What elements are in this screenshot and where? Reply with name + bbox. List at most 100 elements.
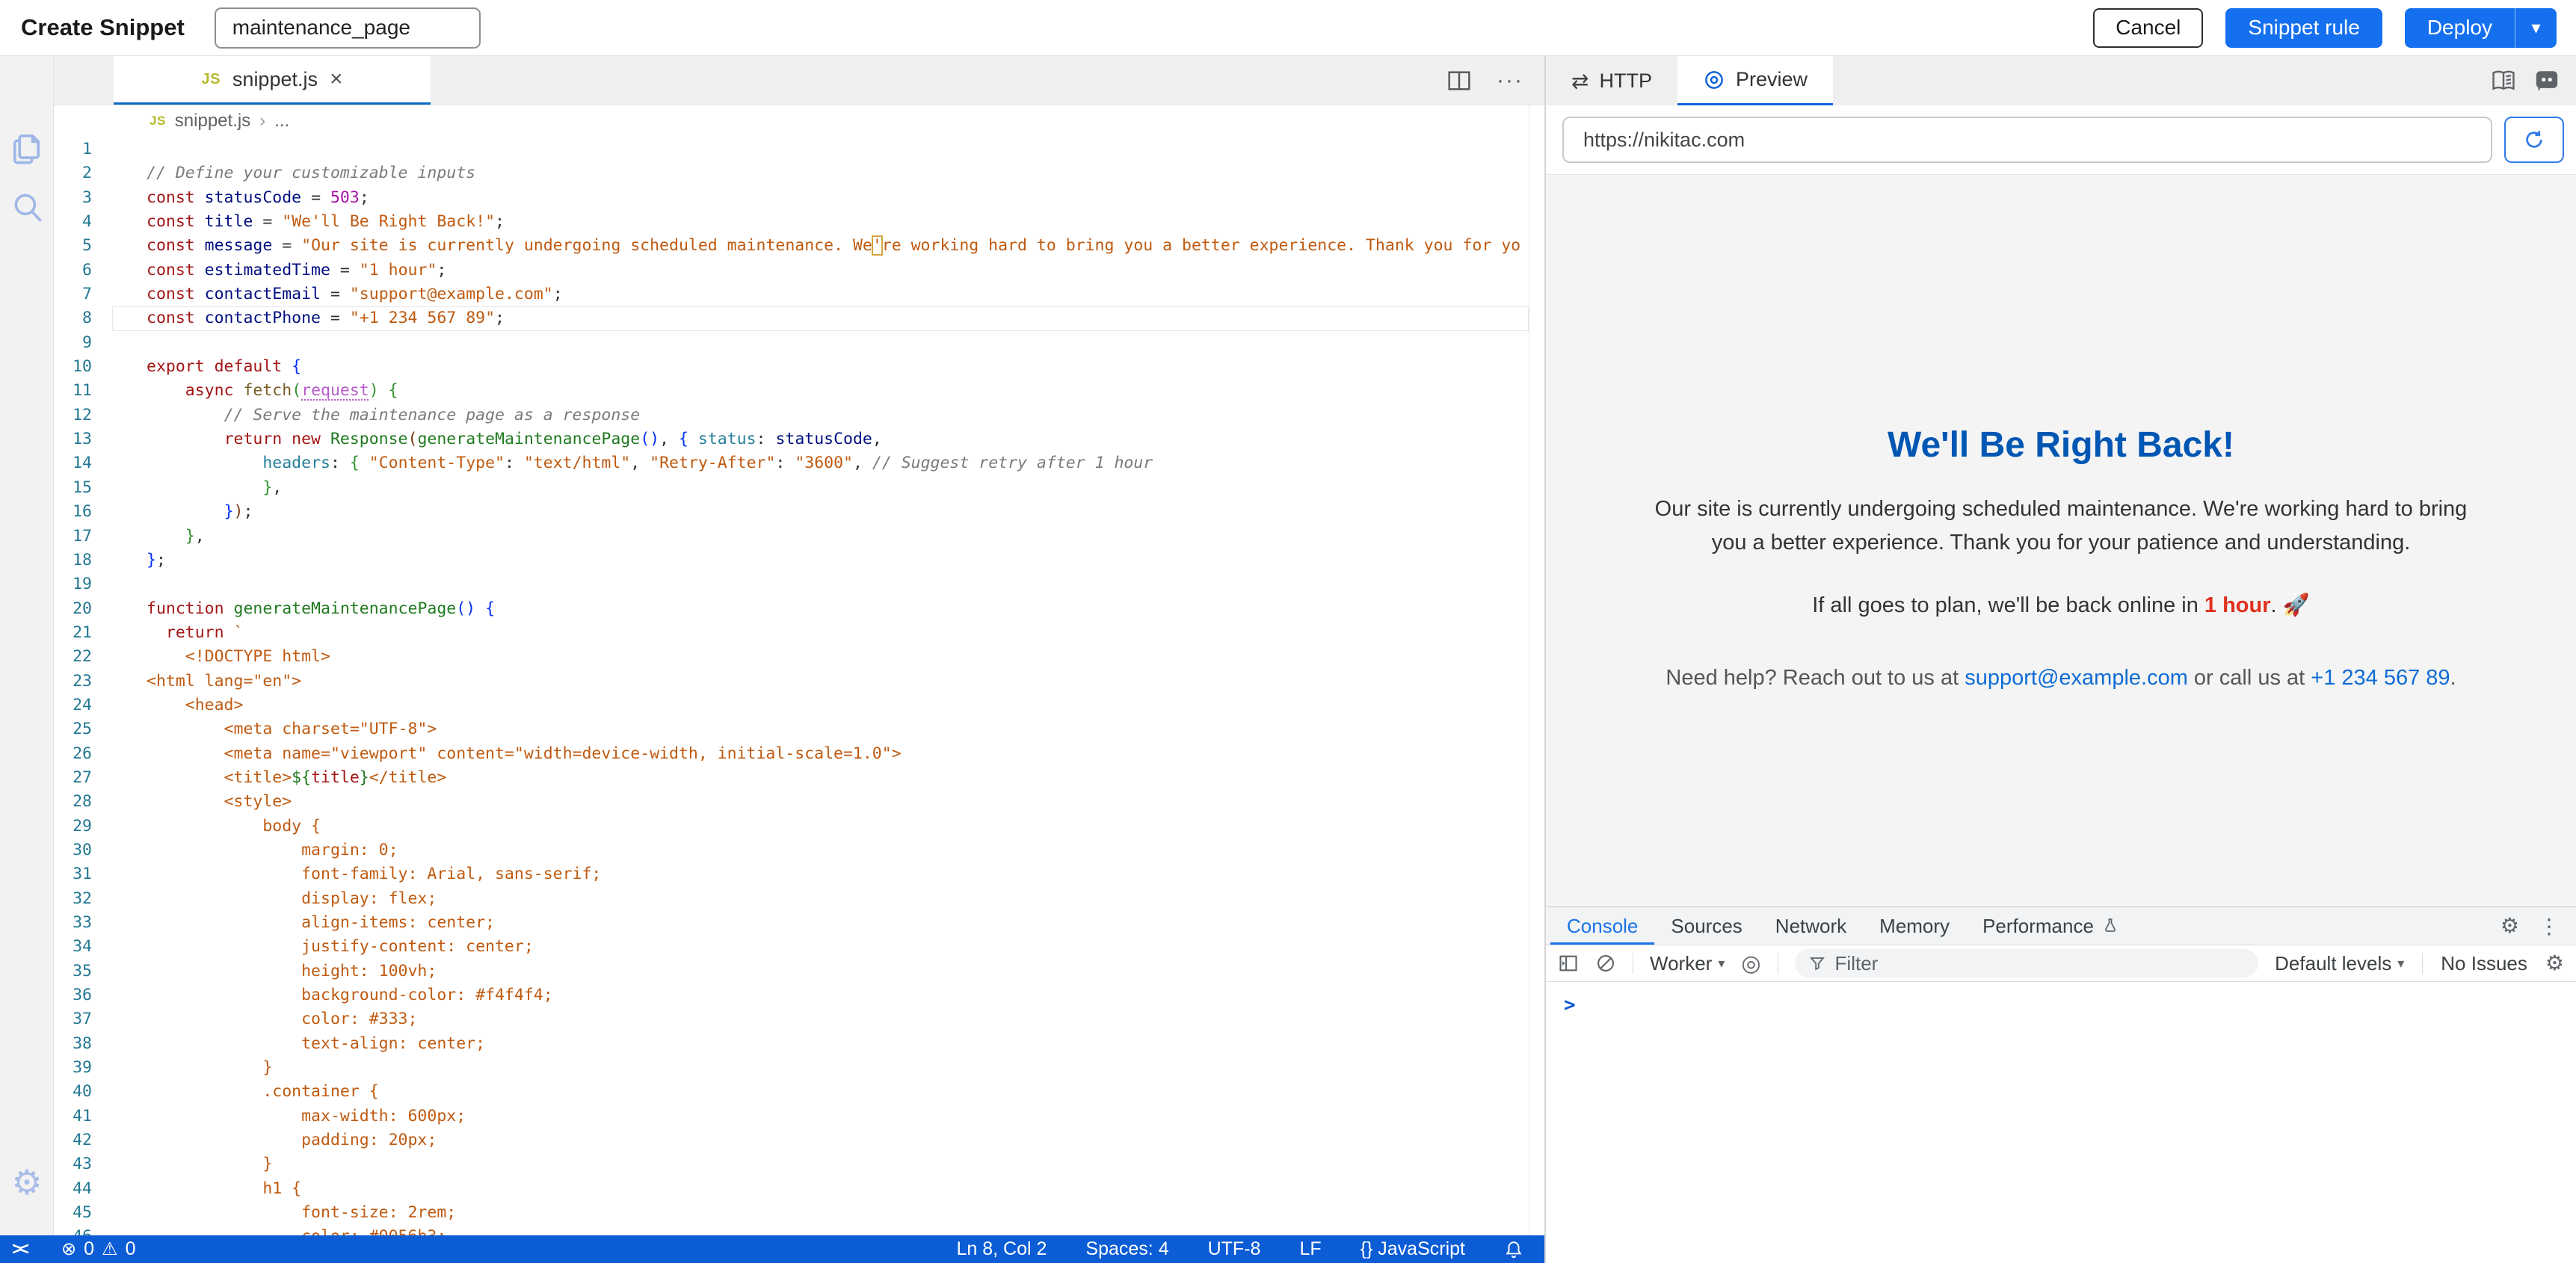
eol-type[interactable]: LF <box>1299 1238 1321 1260</box>
code-line[interactable]: 46 color: #0056b3; <box>54 1225 1529 1235</box>
phone-link[interactable]: +1 234 567 89 <box>2311 666 2450 690</box>
code-line[interactable]: 34 justify-content: center; <box>54 935 1529 959</box>
support-email-link[interactable]: support@example.com <box>1965 666 2188 690</box>
code-line[interactable]: 38 text-align: center; <box>54 1032 1529 1056</box>
console-prompt[interactable]: > <box>1564 994 1576 1016</box>
code-line[interactable]: 2// Define your customizable inputs <box>54 161 1529 185</box>
breadcrumb[interactable]: JS snippet.js › ... <box>54 105 1544 137</box>
code-line[interactable]: 3const statusCode = 503; <box>54 186 1529 210</box>
code-line[interactable]: 15 }, <box>54 476 1529 500</box>
deploy-button[interactable]: Deploy <box>2405 8 2515 48</box>
devtools-tab-memory[interactable]: Memory <box>1863 907 1966 945</box>
code-line[interactable]: 16 }); <box>54 500 1529 524</box>
tab-preview[interactable]: Preview <box>1677 56 1833 105</box>
error-count: 0 <box>84 1238 94 1260</box>
snippet-name-input[interactable] <box>215 7 481 49</box>
pane-divider[interactable] <box>1544 56 1546 1263</box>
code-line[interactable]: 14 headers: { "Content-Type": "text/html… <box>54 451 1529 475</box>
code-line[interactable]: 30 margin: 0; <box>54 839 1529 862</box>
code-line[interactable]: 21 return ` <box>54 621 1529 645</box>
code-line[interactable]: 11 async fetch(request) { <box>54 379 1529 403</box>
cursor-position[interactable]: Ln 8, Col 2 <box>957 1238 1047 1260</box>
code-line[interactable]: 22 <!DOCTYPE html> <box>54 645 1529 669</box>
settings-gear-icon[interactable]: ⚙ <box>0 1165 54 1199</box>
code-line[interactable]: 24 <head> <box>54 694 1529 717</box>
cancel-button[interactable]: Cancel <box>2093 8 2203 48</box>
code-line[interactable]: 35 height: 100vh; <box>54 960 1529 983</box>
deploy-dropdown-button[interactable]: ▾ <box>2515 8 2557 48</box>
code-line[interactable]: 7const contactEmail = "support@example.c… <box>54 282 1529 306</box>
code-line[interactable]: 10export default { <box>54 355 1529 379</box>
split-editor-icon[interactable] <box>1447 70 1471 91</box>
code-line[interactable]: 4const title = "We'll Be Right Back!"; <box>54 210 1529 234</box>
code-line[interactable]: 9 <box>54 331 1529 355</box>
docs-book-icon[interactable] <box>2491 68 2516 93</box>
code-line[interactable]: 1 <box>54 138 1529 161</box>
code-line[interactable]: 6const estimatedTime = "1 hour"; <box>54 259 1529 282</box>
remote-indicator-icon[interactable]: >< <box>0 1239 40 1260</box>
code-editor[interactable]: 12// Define your customizable inputs3con… <box>54 138 1529 1235</box>
code-line[interactable]: 19 <box>54 572 1529 596</box>
indentation[interactable]: Spaces: 4 <box>1085 1238 1168 1260</box>
code-line[interactable]: 33 align-items: center; <box>54 911 1529 935</box>
line-number: 28 <box>54 790 112 814</box>
code-line[interactable]: 45 font-size: 2rem; <box>54 1201 1529 1225</box>
refresh-button[interactable] <box>2504 117 2564 163</box>
code-line[interactable]: 20function generateMaintenancePage() { <box>54 597 1529 621</box>
code-line[interactable]: 23<html lang="en"> <box>54 670 1529 694</box>
notifications-bell-icon[interactable] <box>1504 1240 1523 1259</box>
code-line[interactable]: 13 return new Response(generateMaintenan… <box>54 427 1529 451</box>
code-line[interactable]: 29 body { <box>54 815 1529 839</box>
filter-input[interactable] <box>1835 952 2246 975</box>
more-actions-icon[interactable]: ··· <box>1497 68 1523 93</box>
encoding[interactable]: UTF-8 <box>1208 1238 1261 1260</box>
code-line[interactable]: 25 <meta charset="UTF-8"> <box>54 717 1529 741</box>
code-line[interactable]: 12 // Serve the maintenance page as a re… <box>54 404 1529 427</box>
code-line[interactable]: 5const message = "Our site is currently … <box>54 234 1529 258</box>
code-line[interactable]: 27 <title>${title}</title> <box>54 766 1529 790</box>
devtools-tab-sources[interactable]: Sources <box>1654 907 1758 945</box>
code-line[interactable]: 42 padding: 20px; <box>54 1128 1529 1152</box>
code-line[interactable]: 41 max-width: 600px; <box>54 1105 1529 1128</box>
code-line[interactable]: 31 font-family: Arial, sans-serif; <box>54 862 1529 886</box>
discord-chat-icon[interactable] <box>2534 68 2560 93</box>
execution-context-selector[interactable]: Worker▾ <box>1650 952 1725 975</box>
tab-snippet-js[interactable]: JS snippet.js × <box>114 56 431 105</box>
devtools-kebab-menu-icon[interactable]: ⋮ <box>2539 914 2560 939</box>
tab-http[interactable]: ⇄ HTTP <box>1546 56 1677 105</box>
log-levels-selector[interactable]: Default levels▾ <box>2275 952 2404 975</box>
code-line[interactable]: 8const contactPhone = "+1 234 567 89"; <box>54 306 1529 330</box>
code-line[interactable]: 40 .container { <box>54 1080 1529 1104</box>
live-expression-eye-icon[interactable]: ◎ <box>1741 951 1760 977</box>
line-number: 32 <box>54 887 112 911</box>
code-line[interactable]: 39 } <box>54 1056 1529 1080</box>
code-line[interactable]: 17 }, <box>54 525 1529 549</box>
code-line[interactable]: 43 } <box>54 1152 1529 1176</box>
issues-counter[interactable]: No Issues <box>2441 952 2527 975</box>
code-line[interactable]: 36 background-color: #f4f4f4; <box>54 983 1529 1007</box>
search-icon[interactable] <box>0 189 54 226</box>
devtools-tab-network[interactable]: Network <box>1759 907 1863 945</box>
breadcrumb-file[interactable]: snippet.js <box>175 111 250 132</box>
problems-indicator[interactable]: ⊗ 0 ⚠ 0 <box>61 1238 135 1260</box>
console-sidebar-toggle-icon[interactable] <box>1558 953 1579 974</box>
url-input[interactable] <box>1562 117 2492 163</box>
line-number: 30 <box>54 839 112 862</box>
snippet-rule-button[interactable]: Snippet rule <box>2225 8 2382 48</box>
console-settings-gear-icon[interactable]: ⚙ <box>2545 953 2564 974</box>
files-icon[interactable] <box>0 128 54 167</box>
code-line[interactable]: 44 h1 { <box>54 1177 1529 1201</box>
devtools-tab-performance[interactable]: Performance <box>1966 907 2136 945</box>
console-body[interactable]: > <box>1546 982 2576 1016</box>
close-tab-icon[interactable]: × <box>330 67 343 92</box>
breadcrumb-more[interactable]: ... <box>274 111 289 132</box>
code-line[interactable]: 18}; <box>54 549 1529 572</box>
code-line[interactable]: 32 display: flex; <box>54 887 1529 911</box>
clear-console-icon[interactable] <box>1595 953 1616 974</box>
devtools-tab-console[interactable]: Console <box>1550 907 1654 945</box>
code-line[interactable]: 28 <style> <box>54 790 1529 814</box>
devtools-settings-gear-icon[interactable]: ⚙ <box>2500 915 2519 936</box>
code-line[interactable]: 26 <meta name="viewport" content="width=… <box>54 742 1529 766</box>
code-line[interactable]: 37 color: #333; <box>54 1007 1529 1031</box>
language-mode[interactable]: {} JavaScript <box>1361 1238 1465 1260</box>
